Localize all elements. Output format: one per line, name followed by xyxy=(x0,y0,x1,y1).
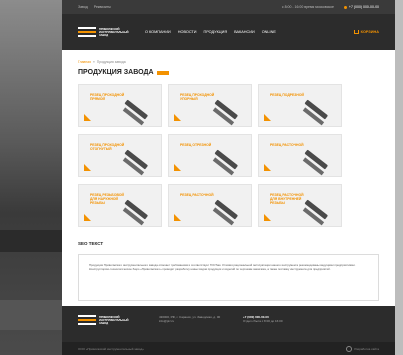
footer-hours: Отдел сбыта с 8:00 до 16:00 xyxy=(243,319,283,323)
seo-title: SEO ТЕКСТ xyxy=(78,241,104,246)
nav-item-products[interactable]: ПРОДУКЦИЯ xyxy=(204,30,228,34)
breadcrumb: Главная » Продукция завода xyxy=(78,60,379,64)
cutter-image xyxy=(302,95,332,126)
logo-text: ПРИВОЛЖСКИЙ ИНСТРУМЕНТАЛЬНЫЙ ЗАВОД xyxy=(99,27,129,37)
seo-text: Продукция Приволжского инструментального… xyxy=(89,263,356,272)
footer-logo-text: ПРИВОЛЖСКИЙ ИНСТРУМЕНТАЛЬНЫЙ ЗАВОД xyxy=(99,315,129,325)
logo-icon xyxy=(78,315,96,325)
background-left xyxy=(0,0,62,355)
bottom-bar: ООО «Приволжский инструментальный завод»… xyxy=(62,342,395,355)
breadcrumb-current: Продукция завода xyxy=(96,60,126,64)
nav-item-company[interactable]: О КОМПАНИИ xyxy=(145,30,171,34)
card-corner-accent xyxy=(84,114,91,121)
main-nav: О КОМПАНИИ НОВОСТИ ПРОДУКЦИЯ ВАКАНСИИ ON… xyxy=(145,30,276,34)
background-strip-lower xyxy=(0,300,62,330)
cutter-image xyxy=(122,95,152,126)
product-card[interactable]: РЕЗЕЦ ПРОХОДНОЙ ОТОГНУТЫЙ xyxy=(78,134,162,177)
product-card[interactable]: РЕЗЕЦ РАСТОЧНОЙ xyxy=(168,184,252,227)
page-title: ПРОДУКЦИЯ ЗАВОДА xyxy=(78,69,379,76)
top-link-requisites[interactable]: Реквизиты xyxy=(94,5,111,9)
footer-email[interactable]: info@piz.ru xyxy=(159,319,221,323)
cart-button[interactable]: КОРЗИНА xyxy=(353,30,379,34)
logo-icon xyxy=(78,27,96,37)
card-corner-accent xyxy=(264,114,271,121)
cart-label: КОРЗИНА xyxy=(360,30,379,34)
product-card[interactable]: РЕЗЕЦ ПОДРЕЗНОЙ xyxy=(258,84,342,127)
product-card[interactable]: РЕЗЕЦ РАСТОЧНОЙ ДЛЯ ВНУТРЕННЕЙ РЕЗЬБЫ xyxy=(258,184,342,227)
footer-contacts: +7 (000) 000-00-00 Отдел сбыта с 8:00 до… xyxy=(243,315,283,323)
developer-label: Разработка сайта xyxy=(354,346,379,351)
cart-icon xyxy=(353,30,359,34)
product-card[interactable]: РЕЗЕЦ РЕЗЬБОВОЙ ДЛЯ НАРУЖНОЙ РЕЗЬБЫ xyxy=(78,184,162,227)
card-corner-accent xyxy=(84,214,91,221)
footer-logo[interactable]: ПРИВОЛЖСКИЙ ИНСТРУМЕНТАЛЬНЫЙ ЗАВОД xyxy=(78,315,129,325)
cutter-image xyxy=(302,145,332,176)
phone-icon xyxy=(343,5,347,9)
nav-item-news[interactable]: НОВОСТИ xyxy=(178,30,197,34)
cutter-image xyxy=(122,145,152,176)
site-footer: ПРИВОЛЖСКИЙ ИНСТРУМЕНТАЛЬНЫЙ ЗАВОД 43000… xyxy=(62,306,395,342)
card-corner-accent xyxy=(174,114,181,121)
cutter-image xyxy=(302,195,332,226)
top-links: Завод Реквизиты xyxy=(78,5,111,9)
page-title-text: ПРОДУКЦИЯ ЗАВОДА xyxy=(78,69,154,76)
main-content: Главная » Продукция завода ПРОДУКЦИЯ ЗАВ… xyxy=(62,50,395,301)
developer-link[interactable]: Разработка сайта xyxy=(346,345,379,352)
breadcrumb-separator: » xyxy=(92,60,95,64)
breadcrumb-home[interactable]: Главная xyxy=(78,60,91,64)
footer-address-block: 430000, РФ, г. Саранск, ул. Заводская, д… xyxy=(159,315,221,323)
product-card[interactable]: РЕЗЕЦ ПРОХОДНОЙ ПРЯМОЙ xyxy=(78,84,162,127)
cutter-image xyxy=(212,95,242,126)
card-corner-accent xyxy=(84,164,91,171)
product-card[interactable]: РЕЗЕЦ ОТРЕЗНОЙ xyxy=(168,134,252,177)
copyright: ООО «Приволжский инструментальный завод» xyxy=(78,346,144,351)
top-link-plant[interactable]: Завод xyxy=(78,5,88,9)
top-phone[interactable]: +7 (000) 000-00-00 xyxy=(349,5,379,9)
cutter-image xyxy=(122,195,152,226)
background-strip xyxy=(0,230,62,252)
product-grid: РЕЗЕЦ ПРОХОДНОЙ ПРЯМОЙ РЕЗЕЦ ПРОХОДНОЙ У… xyxy=(78,84,379,227)
developer-logo-icon xyxy=(346,345,353,352)
title-accent xyxy=(156,70,169,75)
card-corner-accent xyxy=(174,214,181,221)
website-frame: Завод Реквизиты с 8:00 - 16:00 время мос… xyxy=(62,0,395,355)
top-bar: Завод Реквизиты с 8:00 - 16:00 время мос… xyxy=(62,0,395,14)
background-right xyxy=(395,0,403,355)
site-header: ПРИВОЛЖСКИЙ ИНСТРУМЕНТАЛЬНЫЙ ЗАВОД О КОМ… xyxy=(62,14,395,50)
logo[interactable]: ПРИВОЛЖСКИЙ ИНСТРУМЕНТАЛЬНЫЙ ЗАВОД xyxy=(78,27,129,37)
cutter-image xyxy=(212,145,242,176)
product-card[interactable]: РЕЗЕЦ ПРОХОДНОЙ УПОРНЫЙ xyxy=(168,84,252,127)
working-hours: с 8:00 - 16:00 время московское xyxy=(281,5,334,9)
card-corner-accent xyxy=(264,164,271,171)
nav-item-vacancies[interactable]: ВАКАНСИИ xyxy=(234,30,255,34)
product-card[interactable]: РЕЗЕЦ РАСТОЧНОЙ xyxy=(258,134,342,177)
nav-item-online[interactable]: ONLINE xyxy=(262,30,276,34)
seo-box: Продукция Приволжского инструментального… xyxy=(78,254,379,301)
cutter-image xyxy=(212,195,242,226)
card-corner-accent xyxy=(264,214,271,221)
card-corner-accent xyxy=(174,164,181,171)
